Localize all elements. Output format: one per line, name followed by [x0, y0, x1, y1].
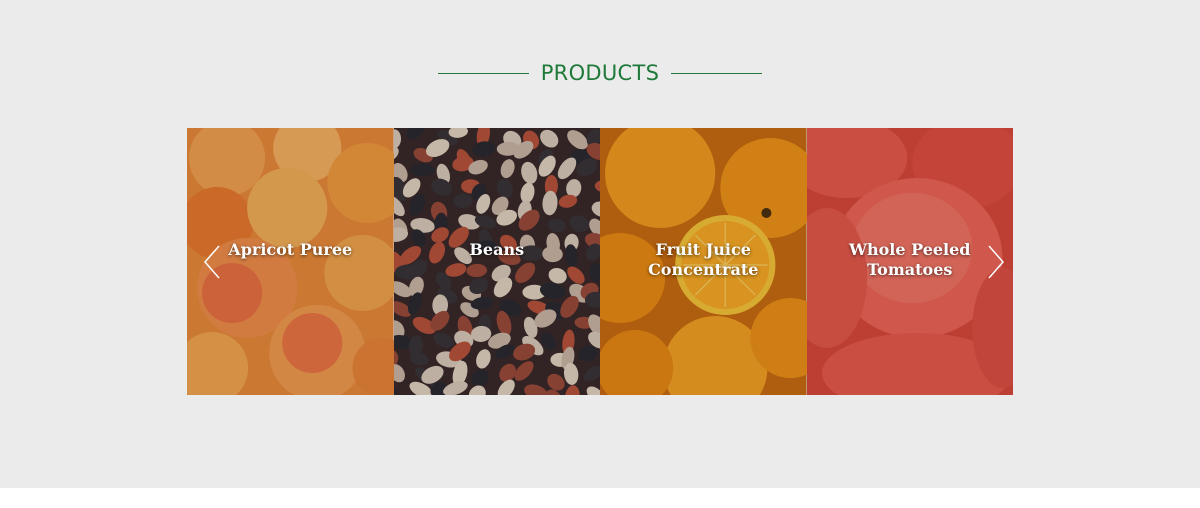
- carousel-prev-button[interactable]: [202, 244, 222, 280]
- products-section: PRODUCTS Apricot Puree Beans Fruit Juice…: [0, 0, 1200, 488]
- product-card-whole-peeled-tomatoes[interactable]: Whole Peeled Tomatoes: [806, 128, 1013, 395]
- section-heading: PRODUCTS: [0, 58, 1200, 88]
- chevron-right-icon: [988, 245, 1004, 279]
- product-carousel: Apricot Puree Beans Fruit Juice Concentr…: [187, 128, 1013, 395]
- heading-left-rule: [437, 72, 529, 74]
- chevron-left-icon: [204, 245, 220, 279]
- product-label: Beans: [469, 240, 525, 259]
- heading-right-rule: [671, 72, 763, 74]
- product-label: Whole Peeled Tomatoes: [848, 240, 971, 279]
- page-title: PRODUCTS: [540, 61, 660, 85]
- product-card-fruit-juice-concentrate[interactable]: Fruit Juice Concentrate: [600, 128, 807, 395]
- product-label: Fruit Juice Concentrate: [648, 240, 759, 279]
- product-card-beans[interactable]: Beans: [393, 128, 600, 395]
- carousel-next-button[interactable]: [986, 244, 1006, 280]
